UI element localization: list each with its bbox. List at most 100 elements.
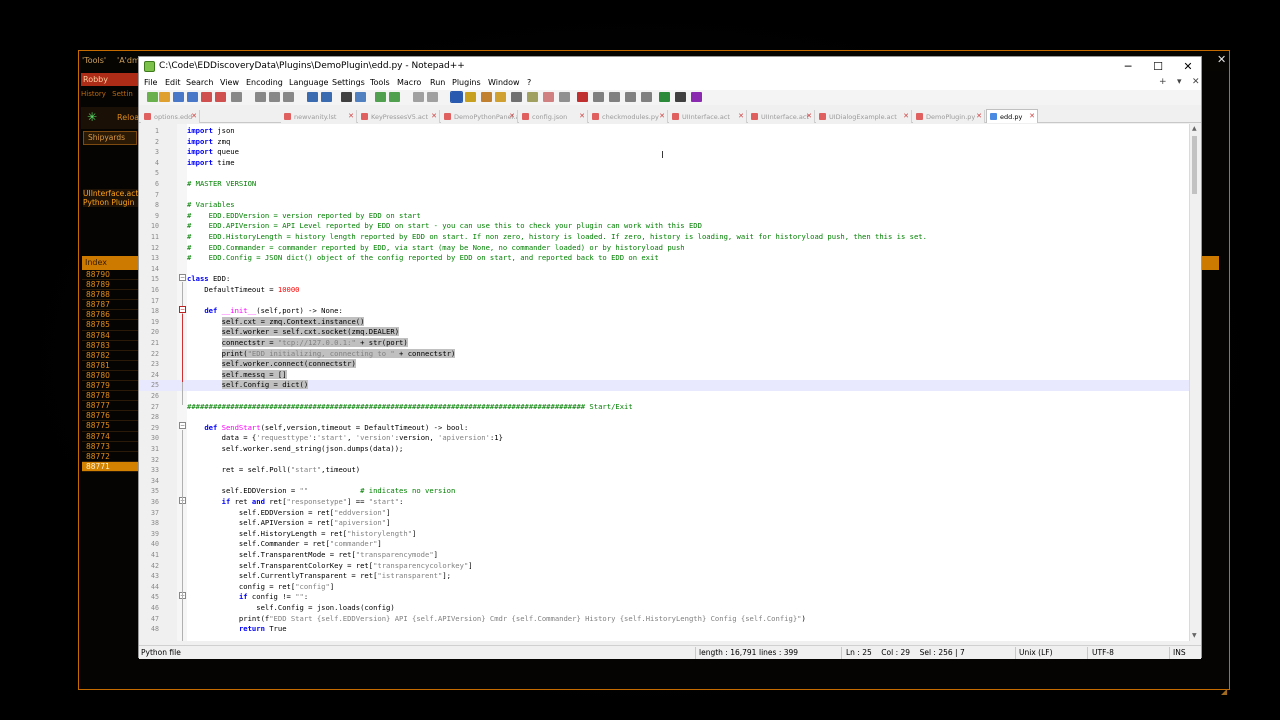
- menu-help[interactable]: ?: [527, 78, 531, 87]
- edd-panel-item[interactable]: UIInterface.act: [83, 189, 138, 198]
- edd-table-row[interactable]: 88783: [82, 341, 140, 351]
- code-line[interactable]: 19 self.cxt = zmq.Context.instance(): [139, 316, 1189, 328]
- code-line[interactable]: 47 print(f"EDD Start {self.EDDVersion} A…: [139, 614, 1189, 625]
- status-eol[interactable]: Unix (LF): [1019, 648, 1053, 657]
- code-line[interactable]: 29 def SendStart(self,version,timeout = …: [139, 423, 1189, 434]
- code-line[interactable]: 15 class EDD:: [139, 274, 1189, 285]
- code-line[interactable]: 26: [139, 391, 1189, 402]
- tab[interactable]: DemoPythonPanel.act✕: [441, 110, 518, 123]
- tab[interactable]: KeyPressesV5.act ✕: [358, 110, 440, 123]
- editor[interactable]: 1 import json 2 import zmq 3 import queue 4 imp…: [139, 124, 1197, 641]
- code-line[interactable]: 24 self.messq = []: [139, 369, 1189, 381]
- edd-table-row[interactable]: 88787: [82, 300, 140, 311]
- tab-close-icon[interactable]: ✕: [191, 112, 197, 120]
- menu-tools[interactable]: Tools: [370, 78, 390, 87]
- edd-table-row[interactable]: 88782: [82, 351, 140, 361]
- edd-table-row[interactable]: 88786: [82, 310, 140, 321]
- tab-close-icon[interactable]: ✕: [579, 112, 585, 120]
- paste-icon[interactable]: [283, 92, 294, 102]
- tab-close-icon[interactable]: ✕: [1029, 112, 1035, 120]
- monitor-icon[interactable]: [559, 92, 570, 102]
- edd-close-icon[interactable]: ✕: [1217, 53, 1226, 66]
- edd-settings-tab[interactable]: Settin: [112, 90, 133, 98]
- code-line[interactable]: 7: [139, 190, 1189, 201]
- edd-table-row[interactable]: 88785: [82, 320, 140, 331]
- tab-close-icon[interactable]: ✕: [348, 112, 354, 120]
- edd-table-row[interactable]: 88777: [82, 401, 140, 412]
- save-icon[interactable]: [173, 92, 184, 102]
- code-line[interactable]: 45 if config != "":: [139, 592, 1189, 603]
- code-line[interactable]: 31 self.worker.send_string(json.dumps(da…: [139, 444, 1189, 455]
- sync-vertical-icon[interactable]: [413, 92, 424, 102]
- menu-view[interactable]: View: [220, 78, 239, 87]
- code-line[interactable]: 16 DefaultTimeout = 10000: [139, 285, 1189, 296]
- status-insert-mode[interactable]: INS: [1173, 648, 1186, 657]
- save-all-icon[interactable]: [187, 92, 198, 102]
- tab-close-icon[interactable]: ✕: [806, 112, 812, 120]
- open-file-icon[interactable]: [159, 92, 170, 102]
- close-all-icon[interactable]: [215, 92, 226, 102]
- doc-list-icon[interactable]: ▾: [1177, 77, 1182, 87]
- scrollbar-thumb[interactable]: [1192, 136, 1197, 194]
- close-icon[interactable]: ✕: [1173, 59, 1203, 75]
- code-line[interactable]: 32: [139, 455, 1189, 466]
- word-wrap-icon[interactable]: [450, 91, 463, 103]
- code-line[interactable]: 8 # Variables: [139, 200, 1189, 211]
- edd-tools-label[interactable]: 'Tools': [82, 56, 106, 65]
- code-line[interactable]: 34: [139, 476, 1189, 487]
- record-macro-icon[interactable]: [577, 92, 588, 102]
- code-line[interactable]: 38 self.APIVersion = ret["apiversion"]: [139, 518, 1189, 529]
- tab[interactable]: checkmodules.py ✕: [589, 110, 668, 123]
- edd-panel-item[interactable]: Python Plugin: [83, 198, 138, 207]
- edd-table-row[interactable]: 88773: [82, 442, 140, 452]
- edd-table-row[interactable]: 88772: [82, 452, 140, 462]
- sync-horizontal-icon[interactable]: [427, 92, 438, 102]
- tab-close-icon[interactable]: ✕: [431, 112, 437, 120]
- scroll-up-icon[interactable]: ▲: [1192, 125, 1197, 132]
- code-line[interactable]: 25 self.Config = dict(): [139, 380, 1189, 391]
- edd-table-row[interactable]: 88784: [82, 331, 140, 341]
- edd-history-tabs[interactable]: History Settin: [81, 90, 133, 98]
- code-line[interactable]: 28: [139, 412, 1189, 423]
- edd-shipyards-button[interactable]: Shipyards: [83, 131, 137, 145]
- code-line[interactable]: 27 ######################################…: [139, 402, 1189, 413]
- tab-close-icon[interactable]: ✕: [738, 112, 744, 120]
- h-icon[interactable]: [675, 92, 686, 102]
- tab[interactable]: newvanity.lst ✕: [281, 110, 357, 123]
- code-line[interactable]: 39 self.HistoryLength = ret["historyleng…: [139, 529, 1189, 540]
- zoom-out-icon[interactable]: [389, 92, 400, 102]
- code-line[interactable]: 5: [139, 168, 1189, 179]
- menu-encoding[interactable]: Encoding: [246, 78, 283, 87]
- menu-search[interactable]: Search: [186, 78, 213, 87]
- code-line[interactable]: 12 # EDD.Commander = commander reported b…: [139, 243, 1189, 254]
- zoom-in-icon[interactable]: [375, 92, 386, 102]
- tab[interactable]: UIInterface.act ✕: [669, 110, 747, 123]
- tab-close-icon[interactable]: ✕: [976, 112, 982, 120]
- edd-table-row[interactable]: 88778: [82, 391, 140, 402]
- edd-table-row[interactable]: 88776: [82, 411, 140, 422]
- fold-marker-icon[interactable]: −: [179, 422, 186, 429]
- code-line[interactable]: 10 # EDD.APIVersion = API Level reported …: [139, 221, 1189, 232]
- add-doc-icon[interactable]: +: [1159, 77, 1167, 87]
- code-line[interactable]: 13 # EDD.Config = JSON dict() object of t…: [139, 253, 1189, 264]
- code-line[interactable]: 44 config = ret["config"]: [139, 582, 1189, 593]
- edd-table-row[interactable]: 88788: [82, 290, 140, 301]
- edd-history-tab[interactable]: History: [81, 90, 106, 98]
- edd-table-row[interactable]: 88771: [82, 461, 140, 472]
- edd-table-row[interactable]: 88774: [82, 432, 140, 442]
- close-icon[interactable]: [201, 92, 212, 102]
- code-line[interactable]: 20 self.worker = self.cxt.socket(zmq.DEA…: [139, 327, 1189, 338]
- md-icon[interactable]: [691, 92, 702, 102]
- menu-macro[interactable]: Macro: [397, 78, 421, 87]
- close-doc-icon[interactable]: ✕: [1192, 77, 1200, 87]
- code-line[interactable]: 46 self.Config = json.loads(config): [139, 603, 1189, 614]
- menu-edit[interactable]: Edit: [165, 78, 181, 87]
- tab[interactable]: DemoPlugin.py ✕: [913, 110, 985, 123]
- doc-map-icon[interactable]: [511, 92, 522, 102]
- print-icon[interactable]: [231, 92, 242, 102]
- edd-reload-button[interactable]: Reloa: [117, 113, 139, 122]
- find-icon[interactable]: [341, 92, 352, 102]
- cut-icon[interactable]: [255, 92, 266, 102]
- code-line[interactable]: 18 def __init__(self,port) -> None:: [139, 306, 1189, 317]
- tab-active[interactable]: edd.py ✕: [986, 109, 1038, 123]
